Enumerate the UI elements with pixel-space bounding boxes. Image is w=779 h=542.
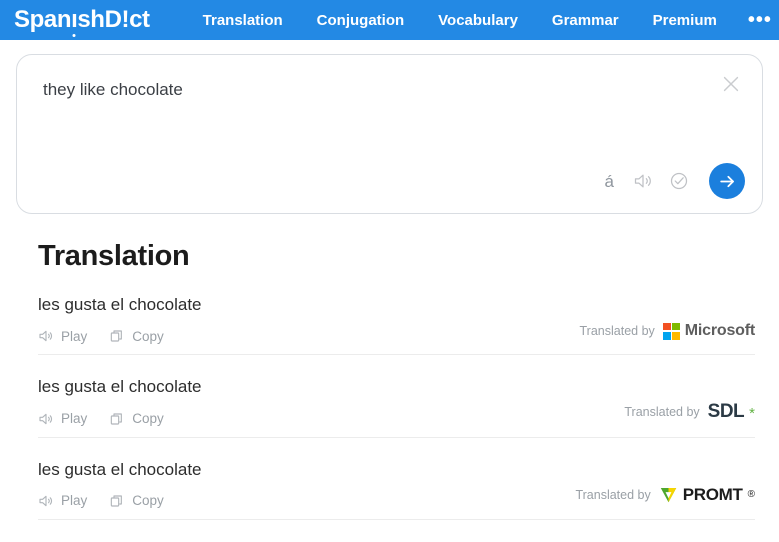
copy-label: Copy <box>132 411 164 426</box>
translation-result-row: les gusta el chocolate Play Copy Transla… <box>38 438 755 520</box>
translation-credit: Translated by PROMT ® <box>575 485 755 505</box>
play-button[interactable]: Play <box>38 411 87 427</box>
overflow-menu-icon[interactable]: ••• <box>734 10 779 30</box>
logo-text-part2: shD <box>77 6 122 33</box>
logo-exclamation: ! <box>121 6 130 33</box>
nav-item-grammar[interactable]: Grammar <box>535 12 636 29</box>
translation-credit: Translated by Microsoft <box>580 322 755 340</box>
nav-item-vocabulary[interactable]: Vocabulary <box>421 12 535 29</box>
credit-label: Translated by <box>579 324 655 339</box>
nav-item-conjugation[interactable]: Conjugation <box>300 12 421 29</box>
search-section: they like chocolate á <box>0 40 779 214</box>
nav-item-translation[interactable]: Translation <box>186 12 300 29</box>
translation-text: les gusta el chocolate <box>38 295 202 314</box>
site-logo[interactable]: Span ı shD! ct <box>14 8 150 32</box>
translation-text: les gusta el chocolate <box>38 459 202 479</box>
provider-name: Microsoft <box>684 322 755 340</box>
spellcheck-icon[interactable] <box>669 171 689 191</box>
translation-result-row: les gusta el chocolate Play Copy Transla… <box>38 355 755 438</box>
copy-button[interactable]: Copy <box>109 328 164 344</box>
search-toolbar: á <box>602 163 745 199</box>
credit-label: Translated by <box>624 404 700 419</box>
search-input-value[interactable]: they like chocolate <box>43 79 183 101</box>
copy-icon <box>111 412 123 425</box>
copy-icon <box>111 330 123 342</box>
promt-registered-icon: ® <box>747 489 755 501</box>
play-button[interactable]: Play <box>38 493 87 509</box>
copy-label: Copy <box>132 328 164 344</box>
site-header: Span ı shD! ct Translation Conjugation Voca… <box>0 0 779 40</box>
sdl-logo: SDL * <box>707 400 755 422</box>
accent-keyboard-button[interactable]: á <box>602 171 617 192</box>
play-label: Play <box>61 493 88 509</box>
microsoft-squares-icon <box>662 322 680 340</box>
arrow-right-icon <box>719 175 734 187</box>
provider-name: SDL <box>707 400 745 422</box>
nav-item-premium[interactable]: Premium <box>636 12 734 29</box>
speaker-icon <box>39 495 53 506</box>
promt-chevron-icon <box>660 488 676 503</box>
primary-navigation: Translation Conjugation Vocabulary Gramm… <box>186 10 779 30</box>
provider-name: PROMT <box>682 484 743 504</box>
copy-icon <box>111 495 123 507</box>
copy-button[interactable]: Copy <box>109 411 164 427</box>
promt-logo: PROMT ® <box>659 485 755 505</box>
play-label: Play <box>61 328 88 344</box>
play-button[interactable]: Play <box>38 328 87 344</box>
translation-credit: Translated by SDL * <box>624 401 755 423</box>
page-title: Translation <box>38 240 190 272</box>
close-icon[interactable] <box>720 73 742 95</box>
logo-text-part1: Span <box>14 6 72 33</box>
search-input[interactable]: they like chocolate á <box>16 54 763 214</box>
credit-label: Translated by <box>575 487 651 502</box>
microsoft-logo: Microsoft <box>662 322 755 340</box>
logo-dotless-i: ı <box>71 6 78 33</box>
play-label: Play <box>61 411 88 426</box>
speaker-icon <box>39 331 53 342</box>
copy-label: Copy <box>132 493 164 509</box>
copy-button[interactable]: Copy <box>109 493 164 509</box>
submit-translation-button[interactable] <box>709 163 745 199</box>
translation-result-row: les gusta el chocolate Play Copy Transla… <box>38 273 755 356</box>
speaker-icon <box>39 413 53 424</box>
listen-icon[interactable] <box>633 171 653 191</box>
logo-text-part3: ct <box>129 6 150 33</box>
translation-text: les gusta el chocolate <box>38 377 202 397</box>
results-section: Translation les gusta el chocolate Play … <box>0 240 779 520</box>
